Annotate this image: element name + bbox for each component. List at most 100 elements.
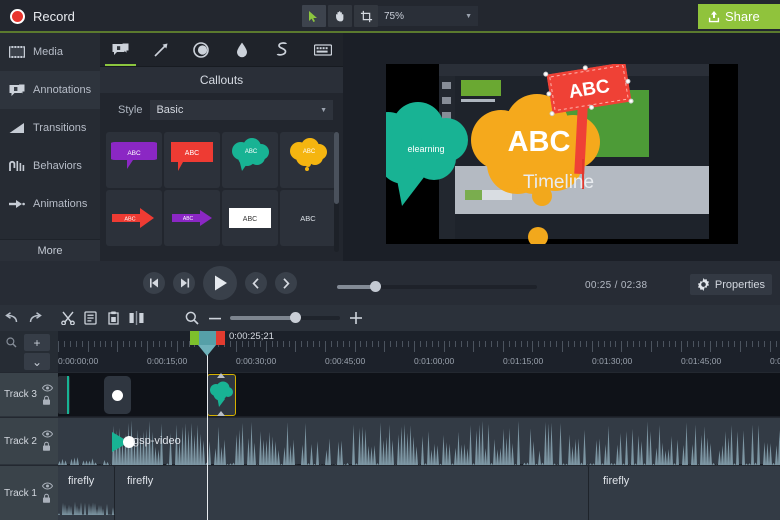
crop-tool[interactable] <box>354 5 378 27</box>
split-button[interactable] <box>125 305 148 331</box>
playhead[interactable]: 0:00:25;21 <box>190 331 274 520</box>
ruler-label: 0:00:45;00 <box>325 356 366 366</box>
next-marker-button[interactable] <box>275 272 297 294</box>
callout-teal-cloud[interactable]: ABC <box>222 132 278 188</box>
style-row: Style Basic ▼ <box>100 93 343 127</box>
sketch-tab[interactable] <box>262 33 303 66</box>
previous-frame-button[interactable] <box>143 272 165 294</box>
canvas-zoom-value: 75% <box>384 10 405 22</box>
audio-clip-label: firefly <box>127 475 154 487</box>
blur-tab[interactable] <box>222 33 263 66</box>
eye-icon <box>42 482 53 490</box>
audio-clip-3[interactable]: firefly <box>589 466 780 520</box>
zoom-in-button[interactable] <box>344 305 367 331</box>
callout-red-arrow[interactable]: ABC <box>106 190 162 246</box>
add-track-label: + <box>33 335 41 350</box>
style-select[interactable]: Basic ▼ <box>150 100 333 120</box>
audio-clip-2[interactable]: firefly <box>115 466 589 520</box>
track-header-2[interactable]: Track 2 <box>0 417 58 464</box>
sidebar-item-transitions[interactable]: Transitions <box>0 109 100 147</box>
callout-white-rectangle[interactable]: ABC <box>222 190 278 246</box>
track-row-2[interactable]: gsp-video <box>58 417 780 465</box>
track-header-3[interactable]: Track 3 <box>0 372 58 416</box>
upload-icon <box>708 11 720 23</box>
track-header-column: + ⌄ Track 3 Track 2 Track 1 <box>0 331 58 520</box>
sidebar-item-animations[interactable]: Animations <box>0 185 100 223</box>
next-frame-button[interactable] <box>173 272 195 294</box>
timeline: + ⌄ Track 3 Track 2 Track 1 0:00:00;00 0… <box>0 331 780 520</box>
cut-button[interactable] <box>56 305 79 331</box>
track-header-1[interactable]: Track 1 <box>0 465 58 520</box>
ruler-label: 0:00:30;00 <box>236 356 277 366</box>
arrows-tab[interactable] <box>141 33 182 66</box>
sidebar-item-media[interactable]: Media <box>0 33 100 71</box>
preview-canvas[interactable]: elearning ABC ABC Timeline <box>386 64 738 244</box>
record-label: Record <box>33 9 75 24</box>
properties-label: Properties <box>714 278 765 291</box>
copy-button[interactable] <box>79 305 102 331</box>
callout-purple-arrow[interactable]: ABC <box>164 190 220 246</box>
add-track-button[interactable]: + <box>24 334 50 351</box>
paste-button[interactable] <box>102 305 125 331</box>
hand-tool[interactable] <box>328 5 352 27</box>
redo-button[interactable] <box>23 305 46 331</box>
undo-button[interactable] <box>0 305 23 331</box>
svg-text:ABC: ABC <box>303 149 316 155</box>
panel-scrollbar[interactable] <box>334 132 339 252</box>
callout-purple-rounded[interactable]: ABC <box>106 132 162 188</box>
callouts-tab[interactable] <box>100 33 141 66</box>
preview-area: elearning ABC ABC Timeline <box>343 33 780 261</box>
zoom-out-button[interactable] <box>203 305 226 331</box>
track-label: Track 2 <box>4 435 37 447</box>
previous-marker-button[interactable] <box>245 272 267 294</box>
squiggle-icon <box>276 41 288 56</box>
left-sidebar: Media Annotations Transitions Behaviors … <box>0 33 100 261</box>
callout-line-clip[interactable] <box>58 376 70 414</box>
panel-tab-bar <box>100 33 343 67</box>
timeline-zoom-slider[interactable] <box>230 312 340 323</box>
properties-button[interactable]: Properties <box>689 274 772 295</box>
callout-transparent-text[interactable]: ABC <box>280 190 336 246</box>
track-row-3[interactable] <box>58 372 780 416</box>
yellow-cloud-label: ABC <box>507 126 571 158</box>
yellow-dot-2 <box>528 227 548 244</box>
audio-clip-1[interactable]: firefly <box>58 466 115 520</box>
callout-dot-clip[interactable] <box>104 376 131 414</box>
callout-yellow-cloud[interactable]: ABC <box>280 132 336 188</box>
sidebar-item-annotations[interactable]: Annotations <box>0 71 100 109</box>
svg-text:ABC: ABC <box>127 150 141 157</box>
collapse-tracks-button[interactable]: ⌄ <box>24 353 50 370</box>
lock-icon <box>43 441 50 451</box>
total-time: 02:38 <box>620 280 648 291</box>
callout-icon <box>9 82 25 98</box>
sidebar-more-button[interactable]: More <box>0 239 100 261</box>
timeline-ruler[interactable]: 0:00:00;00 0:00:15;00 0:00:30;00 0:00:45;00… <box>58 331 780 372</box>
timeline-toolbar <box>0 305 780 331</box>
ruler-label: 0:01:15;00 <box>503 356 544 366</box>
cursor-tool[interactable] <box>302 5 326 27</box>
zoom-to-fit-button[interactable] <box>180 305 203 331</box>
svg-text:ABC: ABC <box>185 150 199 157</box>
callout-red-rectangle[interactable]: ABC <box>164 132 220 188</box>
playback-bar: 00:25 / 02:38 Properties <box>0 261 780 305</box>
tracks-area: gsp-video firefly firefly firefly <box>58 372 780 520</box>
share-label: Share <box>725 9 760 24</box>
droplet-icon <box>236 42 247 57</box>
canvas-zoom-select[interactable]: 75% ▼ <box>378 6 478 26</box>
record-button[interactable]: Record <box>0 0 87 33</box>
shapes-tab[interactable] <box>181 33 222 66</box>
share-button[interactable]: Share <box>698 4 780 29</box>
transition-icon <box>9 120 25 136</box>
sidebar-item-behaviors[interactable]: Behaviors <box>0 147 100 185</box>
sidebar-item-label: Animations <box>33 198 88 210</box>
playback-scrubber[interactable] <box>337 281 537 292</box>
track-toggles <box>42 430 53 452</box>
track-label: Track 1 <box>4 487 37 499</box>
play-button[interactable] <box>203 266 237 300</box>
callout-teal-clip[interactable] <box>207 373 236 416</box>
track-row-1[interactable]: firefly firefly firefly <box>58 465 780 520</box>
playhead-handle[interactable] <box>190 331 225 345</box>
canvas-tool-group <box>302 5 378 27</box>
keystroke-tab[interactable] <box>303 33 344 66</box>
time-separator: / <box>614 280 618 291</box>
